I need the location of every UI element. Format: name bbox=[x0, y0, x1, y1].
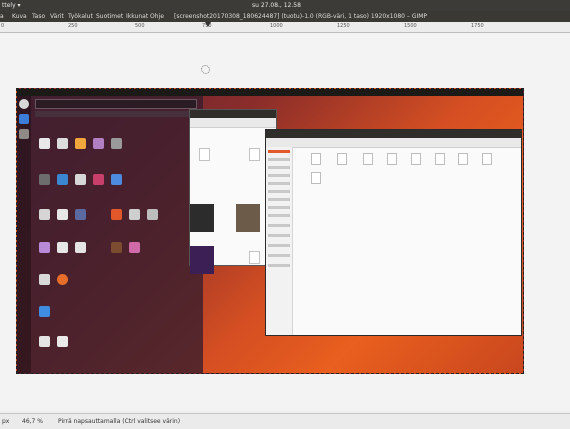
ruler-tick: 0 bbox=[1, 23, 5, 29]
bluetooth-icon[interactable] bbox=[57, 174, 68, 185]
sidebar-item[interactable] bbox=[268, 158, 290, 161]
app-icon[interactable] bbox=[39, 274, 50, 285]
sidebar-item[interactable] bbox=[268, 174, 290, 177]
clock[interactable]: su 27.08., 12.58 bbox=[252, 2, 301, 9]
horizontal-ruler[interactable]: 0 250 500 750 1000 1250 1500 1750 bbox=[0, 22, 570, 33]
app-icon[interactable] bbox=[111, 174, 122, 185]
app-icon[interactable] bbox=[39, 209, 50, 220]
app-icon[interactable] bbox=[111, 242, 122, 253]
menu-item-ohje[interactable]: Ohje bbox=[150, 13, 164, 20]
trash-icon[interactable] bbox=[19, 129, 29, 139]
top-panel: ttely ▾ su 27.08., 12.58 bbox=[0, 0, 570, 11]
file-icon[interactable] bbox=[435, 153, 445, 165]
app-icon[interactable] bbox=[39, 242, 50, 253]
app-icon[interactable] bbox=[93, 174, 104, 185]
dash-search-input[interactable] bbox=[35, 99, 197, 109]
app-icon[interactable] bbox=[93, 138, 104, 149]
file-icon[interactable] bbox=[337, 153, 347, 165]
unity-dash[interactable] bbox=[31, 96, 203, 373]
crosshair-cursor-icon bbox=[201, 65, 210, 74]
ruler-tick: 1000 bbox=[270, 23, 283, 29]
image-thumbnail[interactable] bbox=[190, 246, 214, 274]
window-header bbox=[266, 130, 521, 138]
files-icon[interactable] bbox=[19, 114, 29, 124]
sidebar-item[interactable] bbox=[268, 206, 290, 209]
file-icon[interactable] bbox=[249, 251, 260, 264]
ruler-tick: 1250 bbox=[337, 23, 350, 29]
file-icon[interactable] bbox=[482, 153, 492, 165]
file-icon[interactable] bbox=[363, 153, 373, 165]
image-viewer-window[interactable] bbox=[189, 109, 277, 274]
zoom-select[interactable]: 46,7 % bbox=[22, 418, 43, 425]
menu-item-tyokalut[interactable]: Työkalut bbox=[68, 13, 93, 20]
calendar-icon[interactable] bbox=[57, 209, 68, 220]
app-icon[interactable] bbox=[129, 242, 140, 253]
app-icon[interactable] bbox=[39, 336, 50, 347]
image-thumbnail[interactable] bbox=[190, 204, 214, 232]
app-icon[interactable] bbox=[57, 242, 68, 253]
files-window[interactable] bbox=[265, 129, 522, 336]
sidebar-item[interactable] bbox=[268, 264, 290, 267]
status-bar: px 46,7 % Pirrä napsauttamalla (Ctrl val… bbox=[0, 413, 570, 429]
sidebar-item[interactable] bbox=[268, 254, 290, 257]
window-header bbox=[190, 110, 276, 118]
ruler-tick: 1500 bbox=[404, 23, 417, 29]
menu-item-taso[interactable]: Taso bbox=[32, 13, 45, 20]
window-toolbar bbox=[266, 138, 521, 148]
unity-launcher[interactable] bbox=[17, 96, 31, 373]
status-hint: Pirrä napsauttamalla (Ctrl valitsee väri… bbox=[58, 418, 181, 425]
file-icon[interactable] bbox=[199, 148, 210, 161]
dash-header bbox=[35, 111, 195, 117]
ruler-tick: 250 bbox=[68, 23, 78, 29]
sidebar-item-home[interactable] bbox=[268, 150, 290, 153]
window-titlebar: a Kuva Taso Värit Työkalut Suotimet Ikku… bbox=[0, 11, 570, 22]
app-icon[interactable] bbox=[129, 209, 140, 220]
menu-item-a[interactable]: a bbox=[0, 13, 4, 20]
file-icon[interactable] bbox=[387, 153, 397, 165]
firefox-icon[interactable] bbox=[57, 274, 68, 285]
app-icon[interactable] bbox=[111, 138, 122, 149]
app-icon[interactable] bbox=[39, 174, 50, 185]
help-icon[interactable] bbox=[39, 306, 50, 317]
app-icon[interactable] bbox=[57, 336, 68, 347]
sidebar-item[interactable] bbox=[268, 224, 290, 227]
unit-select[interactable]: px bbox=[2, 418, 9, 425]
app-icon[interactable] bbox=[75, 209, 86, 220]
menu-item-suotimet[interactable]: Suotimet bbox=[96, 13, 123, 20]
sidebar-item[interactable] bbox=[268, 166, 290, 169]
screenshot-image[interactable] bbox=[16, 88, 524, 374]
ubuntu-logo-icon[interactable] bbox=[19, 99, 29, 109]
app-icon[interactable] bbox=[75, 174, 86, 185]
amazon-icon[interactable] bbox=[75, 138, 86, 149]
app-menu[interactable]: ttely ▾ bbox=[2, 2, 21, 9]
sidebar-item[interactable] bbox=[268, 244, 290, 247]
app-icon[interactable] bbox=[39, 138, 50, 149]
window-title: [screenshot20170308_180624487] (tuotu)-1… bbox=[174, 13, 428, 20]
file-icon[interactable] bbox=[311, 153, 321, 165]
ruler-tick: 500 bbox=[135, 23, 145, 29]
file-icon[interactable] bbox=[458, 153, 468, 165]
file-icon[interactable] bbox=[411, 153, 421, 165]
sidebar-item[interactable] bbox=[268, 214, 290, 217]
image-thumbnail[interactable] bbox=[236, 204, 260, 232]
app-icon[interactable] bbox=[111, 209, 122, 220]
app-icon[interactable] bbox=[75, 242, 86, 253]
ubuntu-panel bbox=[17, 89, 523, 96]
menu-item-kuva[interactable]: Kuva bbox=[12, 13, 27, 20]
menu-item-varit[interactable]: Värit bbox=[50, 13, 64, 20]
sidebar-item[interactable] bbox=[268, 234, 290, 237]
file-icon[interactable] bbox=[311, 172, 321, 184]
menu-item-ikkunat[interactable]: Ikkunat bbox=[126, 13, 148, 20]
sidebar-item[interactable] bbox=[268, 182, 290, 185]
app-icon[interactable] bbox=[57, 138, 68, 149]
sidebar-item[interactable] bbox=[268, 190, 290, 193]
ruler-pointer-icon bbox=[205, 22, 211, 27]
sidebar-item[interactable] bbox=[268, 198, 290, 201]
app-icon[interactable] bbox=[147, 209, 158, 220]
files-sidebar[interactable] bbox=[266, 147, 293, 335]
window-toolbar bbox=[190, 118, 276, 128]
file-icon[interactable] bbox=[249, 148, 260, 161]
ruler-tick: 1750 bbox=[471, 23, 484, 29]
